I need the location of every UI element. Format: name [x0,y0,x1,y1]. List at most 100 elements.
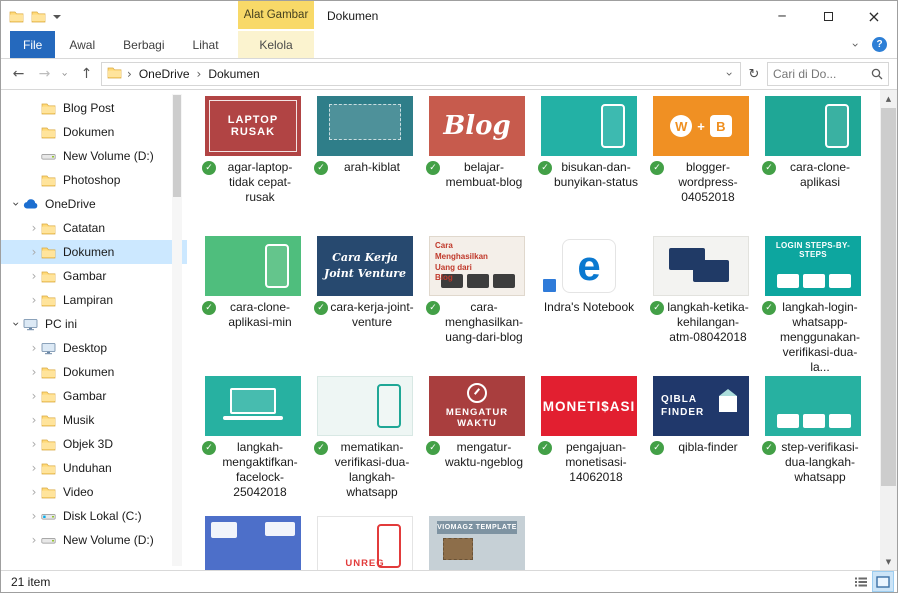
chevron-collapsed-icon[interactable]: › [27,413,41,427]
file-item-qibla-finder[interactable]: QIBLA FINDER ✓ qibla-finder [645,376,757,516]
folder-icon [41,390,59,403]
breadcrumb-dokumen[interactable]: Dokumen [206,67,261,81]
tab-berbagi[interactable]: Berbagi [109,31,178,58]
tab-file[interactable]: File [10,31,56,58]
sidebar-item-dokumen[interactable]: › Dokumen [1,360,187,384]
file-item-step-verifikasi-dua-langkah-whatsapp[interactable]: ✓ step-verifikasi-dua-langkah-whatsapp [757,376,869,516]
sidebar-item-label: OneDrive [45,197,96,211]
tab-kelola[interactable]: Kelola [238,31,314,58]
file-item-langkah-ketika-kehilangan-atm-08042018[interactable]: ✓ langkah-ketika-kehilangan-atm-08042018 [645,236,757,376]
chevron-collapsed-icon[interactable]: › [27,293,41,307]
sidebar-item-desktop[interactable]: › Desktop [1,336,187,360]
chevron-collapsed-icon[interactable]: › [27,389,41,403]
close-button[interactable]: × [851,1,897,31]
chevron-collapsed-icon[interactable]: › [27,221,41,235]
file-item[interactable]: VIOMAGZ TEMPLATE [421,516,533,570]
file-item-cara-clone-aplikasi[interactable]: ✓ cara-clone-aplikasi [757,96,869,236]
sidebar-item-pc-ini[interactable]: › PC ini [1,312,187,336]
sidebar-item-photoshop[interactable]: Photoshop [1,168,187,192]
chevron-collapsed-icon[interactable]: › [27,533,41,547]
qat-folder-icon[interactable] [31,10,46,23]
pc-icon [23,318,41,331]
file-item-cara-kerja-joint-venture[interactable]: Cara Kerja Joint Venture ✓ cara-kerja-join… [309,236,421,376]
qat-customize-arrow-icon[interactable] [53,15,61,19]
breadcrumb-chevron-icon[interactable]: › [194,67,205,81]
chevron-collapsed-icon[interactable]: › [27,485,41,499]
chevron-collapsed-icon[interactable]: › [27,365,41,379]
folder-icon [41,270,59,283]
chevron-collapsed-icon[interactable]: › [27,509,41,523]
scroll-up-icon[interactable]: ▲ [880,90,897,107]
file-item-bisukan-dan-bunyikan-status[interactable]: ✓ bisukan-dan-bunyikan-status [533,96,645,236]
back-button[interactable]: ← [7,66,30,82]
navigation-pane-list: Blog Post Dokumen New Volume (D:) Photoshop… [1,96,187,552]
search-icon[interactable] [871,68,883,80]
sidebar-item-unduhan[interactable]: › Unduhan [1,456,187,480]
navigation-scrollbar[interactable] [172,94,182,566]
file-item[interactable] [197,516,309,570]
item-count: 21 item [11,574,51,589]
sidebar-item-disk-lokal-c[interactable]: › Disk Lokal (C:) [1,504,187,528]
breadcrumb-bar[interactable]: › OneDrive › Dokumen › [101,62,741,86]
recent-locations-dropdown-icon[interactable]: › [59,72,72,76]
sidebar-item-gambar[interactable]: › Gambar [1,384,187,408]
file-item-indra-s-notebook[interactable]: e Indra's Notebook [533,236,645,376]
file-item-langkah-login-whatsapp-menggunakan-verifikasi-dua-la[interactable]: LOGIN STEPS-BY-STEPS ✓ langkah-login-whats… [757,236,869,376]
minimize-button[interactable]: ─ [759,1,805,31]
help-icon[interactable]: ? [872,37,887,52]
file-thumbnail: MONETI$ASI [541,376,637,436]
content-scrollbar[interactable]: ▲ ▼ [880,90,897,570]
sidebar-item-dokumen[interactable]: › Dokumen [1,240,187,264]
expand-ribbon-icon[interactable]: › [849,42,863,47]
sidebar-item-onedrive[interactable]: › OneDrive [1,192,187,216]
sidebar-item-label: Photoshop [63,173,121,187]
file-item-cara-clone-aplikasi-min[interactable]: ✓ cara-clone-aplikasi-min [197,236,309,376]
file-item-mematikan-verifikasi-dua-langkah-whatsapp[interactable]: ✓ mematikan-verifikasi-dua-langkah-whatsa… [309,376,421,516]
file-item-cara-menghasilkan-uang-dari-blog[interactable]: Cara Menghasilkan Uang dari Blog ✓ cara-me… [421,236,533,376]
sidebar-item-new-volume-d[interactable]: New Volume (D:) [1,144,187,168]
file-item-agar-laptop-tidak-cepat-rusak[interactable]: LAPTOP RUSAK ✓ agar-laptop-tidak cepat-rus… [197,96,309,236]
navigation-scrollbar-thumb[interactable] [173,95,181,197]
file-item-blogger-wordpress-04052018[interactable]: W + B ✓ blogger-wordpress-04052018 [645,96,757,236]
forward-button[interactable]: → [33,66,56,82]
sidebar-item-new-volume-d[interactable]: › New Volume (D:) [1,528,187,552]
up-button[interactable]: ↑ [75,66,98,82]
maximize-button[interactable] [805,1,851,31]
search-box[interactable] [767,62,889,86]
details-view-button[interactable] [850,571,872,592]
sidebar-item-video[interactable]: › Video [1,480,187,504]
tab-awal[interactable]: Awal [55,31,109,58]
tab-lihat[interactable]: Lihat [179,31,233,58]
sidebar-item-objek-3d[interactable]: › Objek 3D [1,432,187,456]
refresh-icon[interactable]: ↻ [744,67,764,82]
chevron-collapsed-icon[interactable]: › [27,461,41,475]
sidebar-item-catatan[interactable]: › Catatan [1,216,187,240]
breadcrumb-chevron-icon[interactable]: › [124,67,135,81]
chevron-expanded-icon[interactable]: › [9,317,23,331]
content-scrollbar-thumb[interactable] [881,108,896,486]
sync-synced-icon: ✓ [538,441,552,455]
file-item-arah-kiblat[interactable]: ✓ arah-kiblat [309,96,421,236]
file-item-pengajuan-monetisasi-14062018[interactable]: MONETI$ASI ✓ pengajuan-monetisasi-14062018 [533,376,645,516]
search-input[interactable] [773,67,871,81]
chevron-expanded-icon[interactable]: › [9,197,23,211]
chevron-collapsed-icon[interactable]: › [27,341,41,355]
scroll-down-icon[interactable]: ▼ [880,553,897,570]
sidebar-item-dokumen[interactable]: Dokumen [1,120,187,144]
thumbnails-view-button[interactable] [872,571,894,592]
chevron-collapsed-icon[interactable]: › [27,269,41,283]
file-item[interactable]: UNREG [309,516,421,570]
phone-motif-icon [265,244,289,288]
file-item-mengatur-waktu-ngeblog[interactable]: MENGATUR WAKTU ✓ mengatur-waktu-ngeblog [421,376,533,516]
breadcrumb-onedrive[interactable]: OneDrive [137,67,192,81]
sidebar-item-blog-post[interactable]: Blog Post [1,96,187,120]
chevron-collapsed-icon[interactable]: › [27,245,41,259]
file-item-langkah-mengaktifkan-facelock-25042018[interactable]: ✓ langkah-mengaktifkan-facelock-25042018 [197,376,309,516]
file-item-belajar-membuat-blog[interactable]: Blog ✓ belajar-membuat-blog [421,96,533,236]
sidebar-item-lampiran[interactable]: › Lampiran [1,288,187,312]
file-thumbnail: LOGIN STEPS-BY-STEPS [765,236,861,296]
chevron-collapsed-icon[interactable]: › [27,437,41,451]
address-dropdown-icon[interactable]: › [723,72,737,77]
sidebar-item-musik[interactable]: › Musik [1,408,187,432]
sidebar-item-gambar[interactable]: › Gambar [1,264,187,288]
